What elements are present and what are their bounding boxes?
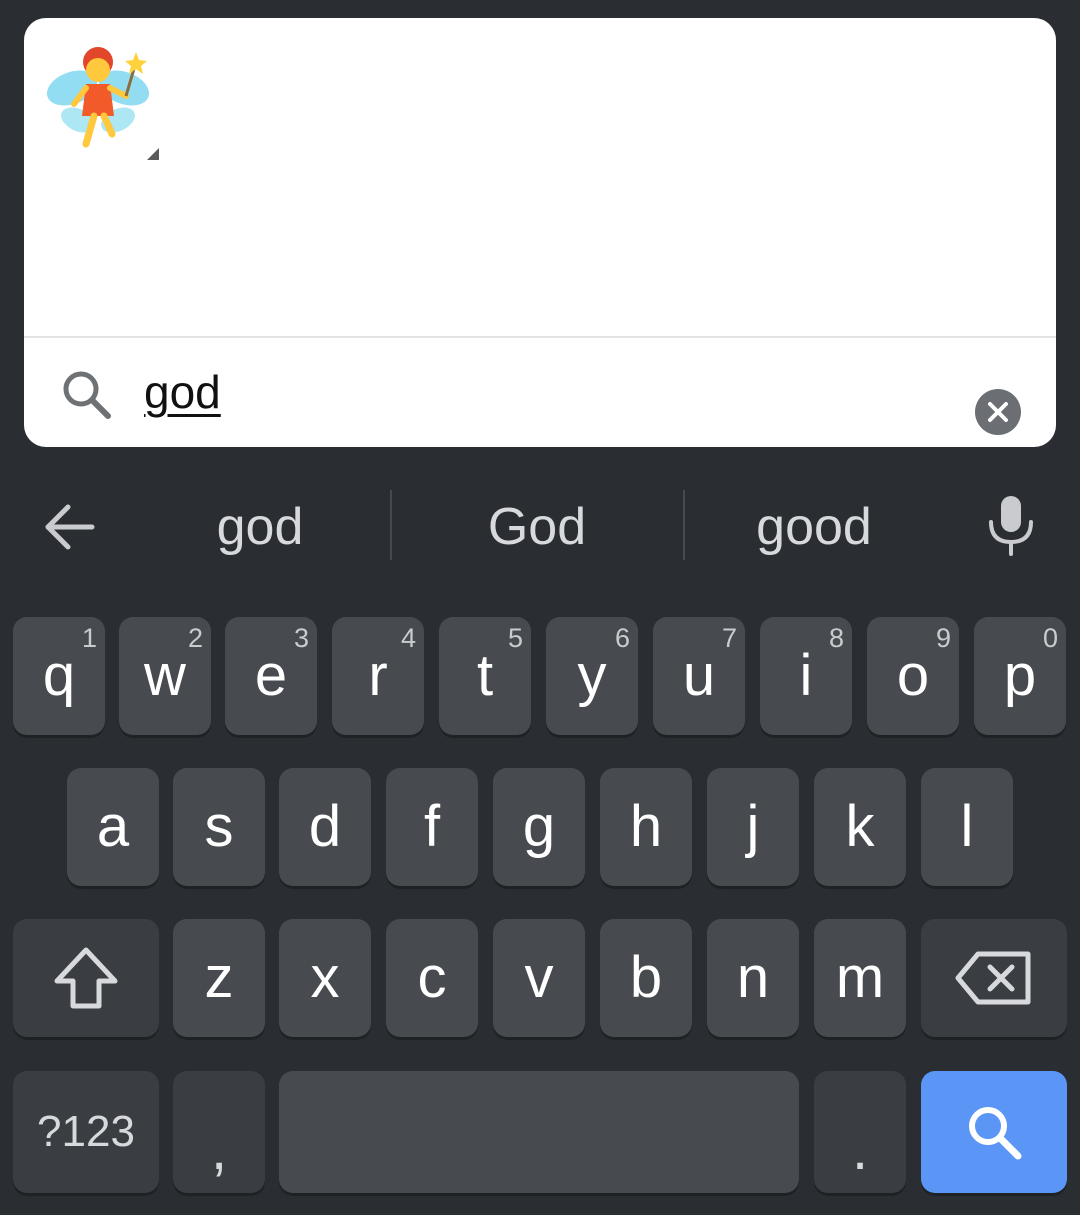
key-b[interactable]: b xyxy=(600,919,692,1037)
emoji-search-input[interactable]: god xyxy=(144,360,844,424)
key-number-hint: 3 xyxy=(293,623,309,653)
comma-key[interactable]: , xyxy=(173,1071,265,1193)
key-z[interactable]: z xyxy=(173,919,265,1037)
key-r[interactable]: 4 r xyxy=(332,617,424,735)
key-label: q xyxy=(42,643,76,708)
key-label: f xyxy=(423,794,441,859)
key-h[interactable]: h xyxy=(600,768,692,886)
period-key[interactable]: . xyxy=(814,1071,906,1193)
key-k[interactable]: k xyxy=(814,768,906,886)
key-label: e xyxy=(254,643,288,708)
clear-circle-icon[interactable] xyxy=(975,389,1021,435)
key-label: y xyxy=(577,643,607,708)
symbols-key[interactable]: ?123 xyxy=(13,1071,159,1193)
key-label: u xyxy=(682,643,716,708)
shift-key[interactable] xyxy=(13,919,159,1037)
skin-tone-variant-indicator xyxy=(147,148,159,160)
key-label: m xyxy=(835,945,885,1010)
key-s[interactable]: s xyxy=(173,768,265,886)
key-label: c xyxy=(417,945,447,1010)
key-d[interactable]: d xyxy=(279,768,371,886)
key-label: a xyxy=(96,794,130,859)
emoji-result-fairy[interactable] xyxy=(42,40,154,152)
emoji-results xyxy=(24,18,1056,336)
key-p[interactable]: 0 p xyxy=(974,617,1066,735)
key-label: w xyxy=(144,643,186,708)
key-n[interactable]: n xyxy=(707,919,799,1037)
key-label: i xyxy=(799,643,813,708)
key-label: v xyxy=(524,945,554,1010)
key-number-hint: 9 xyxy=(935,623,951,653)
suggestion-separator xyxy=(683,490,685,560)
key-number-hint: 4 xyxy=(400,623,416,653)
search-icon xyxy=(63,371,111,419)
backspace-key[interactable] xyxy=(921,919,1067,1037)
key-label: p xyxy=(1003,643,1037,708)
emoji-search-bar[interactable]: god xyxy=(24,338,1056,447)
key-number-hint: 0 xyxy=(1042,623,1058,653)
suggestion-separator xyxy=(390,490,392,560)
key-number-hint: 6 xyxy=(614,623,630,653)
key-label: r xyxy=(368,643,388,708)
key-label: j xyxy=(746,794,760,859)
key-label: b xyxy=(629,945,663,1010)
key-number-hint: 1 xyxy=(81,623,97,653)
arrow-back-icon[interactable] xyxy=(40,498,98,556)
suggestion-1[interactable]: god xyxy=(160,492,360,562)
key-g[interactable]: g xyxy=(493,768,585,886)
key-u[interactable]: 7 u xyxy=(653,617,745,735)
period-key-label: . xyxy=(851,1117,869,1182)
key-a[interactable]: a xyxy=(67,768,159,886)
key-f[interactable]: f xyxy=(386,768,478,886)
key-number-hint: 2 xyxy=(187,623,203,653)
suggestion-2[interactable]: God xyxy=(437,492,637,562)
key-number-hint: 5 xyxy=(507,623,523,653)
key-o[interactable]: 9 o xyxy=(867,617,959,735)
key-i[interactable]: 8 i xyxy=(760,617,852,735)
key-l[interactable]: l xyxy=(921,768,1013,886)
key-number-hint: 8 xyxy=(828,623,844,653)
key-label: l xyxy=(960,794,974,859)
emoji-search-panel: god xyxy=(24,18,1056,447)
backspace-icon xyxy=(955,951,1031,1005)
key-x[interactable]: x xyxy=(279,919,371,1037)
key-v[interactable]: v xyxy=(493,919,585,1037)
key-label: h xyxy=(629,794,663,859)
key-y[interactable]: 6 y xyxy=(546,617,638,735)
key-t[interactable]: 5 t xyxy=(439,617,531,735)
key-m[interactable]: m xyxy=(814,919,906,1037)
search-query-text: god xyxy=(144,366,221,418)
suggestion-strip: god God good xyxy=(0,470,1080,580)
space-bar[interactable] xyxy=(279,1071,799,1193)
fairy-emoji-icon xyxy=(46,47,150,148)
key-c[interactable]: c xyxy=(386,919,478,1037)
symbols-key-label: ?123 xyxy=(37,1107,135,1156)
search-action-key[interactable] xyxy=(921,1071,1067,1193)
key-w[interactable]: 2 w xyxy=(119,617,211,735)
key-label: g xyxy=(522,794,556,859)
key-label: t xyxy=(476,643,494,708)
key-label: k xyxy=(845,794,875,859)
key-j[interactable]: j xyxy=(707,768,799,886)
search-icon xyxy=(969,1107,1022,1160)
suggestion-3[interactable]: good xyxy=(714,492,914,562)
key-e[interactable]: 3 e xyxy=(225,617,317,735)
key-label: z xyxy=(204,945,234,1010)
key-label: s xyxy=(204,794,234,859)
key-label: x xyxy=(310,945,340,1010)
shift-icon xyxy=(54,947,118,1009)
key-label: d xyxy=(308,794,342,859)
key-label: o xyxy=(896,643,930,708)
key-number-hint: 7 xyxy=(721,623,737,653)
comma-key-label: , xyxy=(210,1117,228,1182)
key-q[interactable]: 1 q xyxy=(13,617,105,735)
key-label: n xyxy=(736,945,770,1010)
microphone-icon[interactable] xyxy=(984,492,1038,558)
